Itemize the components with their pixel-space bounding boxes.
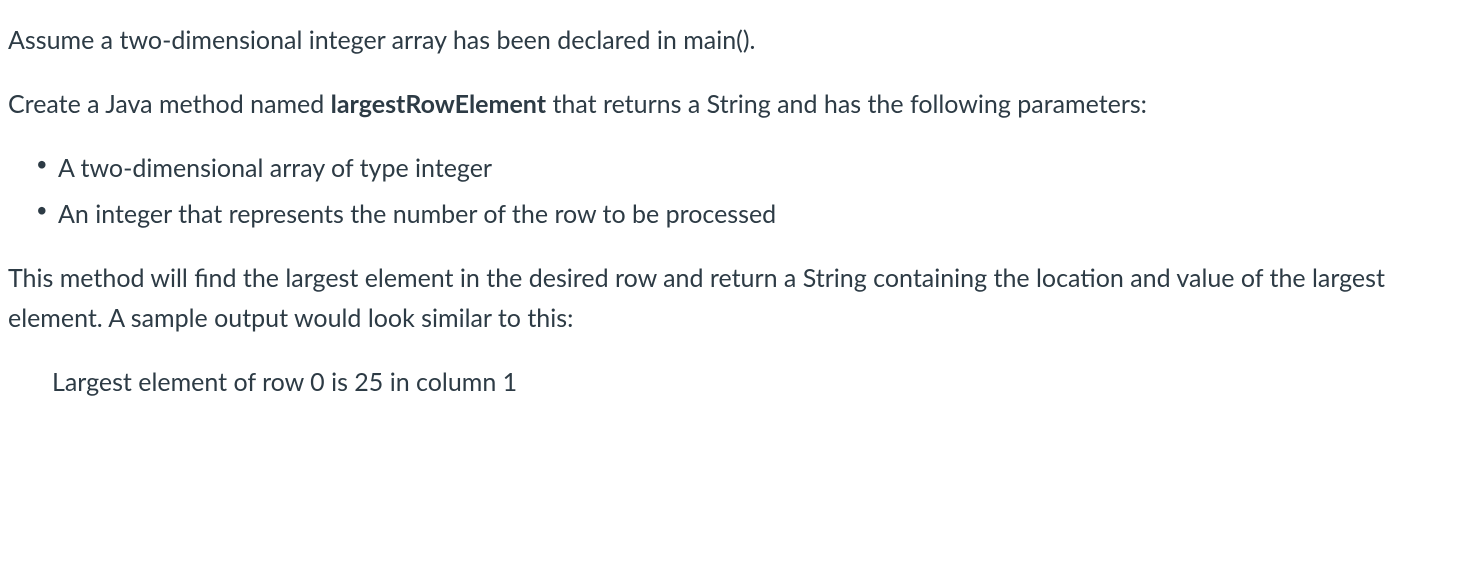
text-pre-method: Create a Java method named (8, 89, 331, 119)
method-name: largestRowElement (331, 89, 546, 119)
paragraph-method-desc: Create a Java method named largestRowEle… (8, 84, 1454, 124)
paragraph-behavior: This method will find the largest elemen… (8, 258, 1454, 338)
text-post-method: that returns a String and has the follow… (546, 89, 1147, 119)
list-item: An integer that represents the number of… (36, 194, 1454, 234)
parameters-list: A two-dimensional array of type integer … (8, 148, 1454, 234)
list-item: A two-dimensional array of type integer (36, 148, 1454, 188)
paragraph-intro: Assume a two-dimensional integer array h… (8, 20, 1454, 60)
sample-output: Largest element of row 0 is 25 in column… (8, 362, 1454, 402)
